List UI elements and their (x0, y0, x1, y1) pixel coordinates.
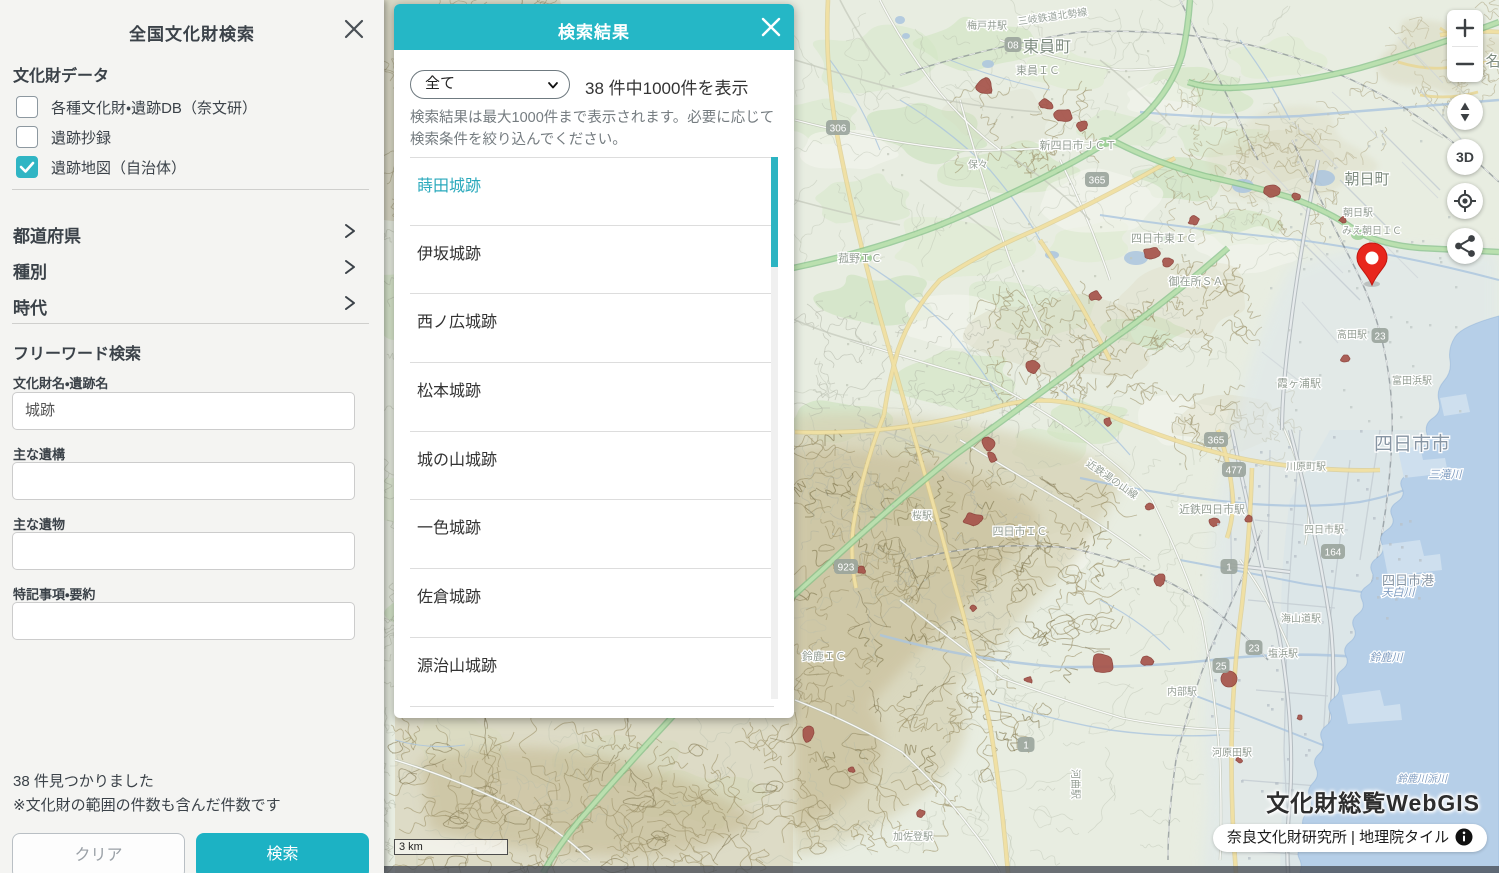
svg-text:25: 25 (1215, 662, 1227, 673)
svg-text:四日市ＩＣ: 四日市ＩＣ (993, 525, 1048, 538)
svg-text:川原町駅: 川原町駅 (1286, 461, 1326, 473)
svg-text:みえ朝日ＩＣ: みえ朝日ＩＣ (1342, 225, 1402, 237)
svg-text:高田駅: 高田駅 (1337, 328, 1367, 341)
svg-text:朝日駅: 朝日駅 (1343, 207, 1373, 219)
svg-text:477: 477 (1226, 466, 1243, 477)
svg-text:鈴鹿川: 鈴鹿川 (1370, 651, 1404, 664)
svg-text:御在所ＳＡ: 御在所ＳＡ (1169, 274, 1224, 288)
svg-text:3D: 3D (1456, 149, 1474, 165)
svg-text:保々: 保々 (968, 158, 988, 171)
svg-text:306: 306 (830, 124, 847, 135)
svg-text:近鉄四日市駅: 近鉄四日市駅 (1179, 502, 1245, 516)
svg-text:塩浜駅: 塩浜駅 (1268, 647, 1298, 660)
svg-text:23: 23 (1248, 644, 1260, 655)
svg-text:四日市東ＩＣ: 四日市東ＩＣ (1131, 232, 1197, 245)
svg-text:河曲駅: 河曲駅 (1069, 769, 1081, 799)
svg-text:23: 23 (1374, 332, 1386, 343)
svg-text:東員町: 東員町 (1023, 38, 1071, 56)
svg-text:朝日町: 朝日町 (1344, 171, 1389, 188)
svg-text:霞ヶ浦駅: 霞ヶ浦駅 (1277, 377, 1321, 390)
svg-text:河原田駅: 河原田駅 (1212, 747, 1252, 759)
svg-text:四日市港: 四日市港 (1382, 573, 1434, 588)
svg-text:四日市市: 四日市市 (1374, 433, 1450, 455)
svg-text:164: 164 (1325, 548, 1342, 559)
svg-text:内部駅: 内部駅 (1167, 685, 1197, 698)
svg-text:名: 名 (1485, 53, 1499, 70)
svg-text:1: 1 (1226, 563, 1232, 574)
svg-text:東員ＩＣ: 東員ＩＣ (1016, 64, 1060, 77)
svg-text:桜駅: 桜駅 (912, 509, 932, 522)
svg-text:四日市駅: 四日市駅 (1304, 523, 1344, 536)
svg-text:海山道駅: 海山道駅 (1281, 612, 1321, 625)
svg-text:三滝川: 三滝川 (1429, 468, 1463, 481)
svg-text:923: 923 (838, 563, 855, 574)
svg-text:365: 365 (1089, 176, 1106, 187)
svg-text:加佐登駅: 加佐登駅 (893, 830, 933, 843)
svg-text:365: 365 (1208, 436, 1225, 447)
svg-text:1: 1 (1023, 741, 1029, 752)
svg-text:天白川: 天白川 (1382, 586, 1416, 599)
svg-text:菰野ＩＣ: 菰野ＩＣ (838, 252, 882, 265)
svg-text:富田浜駅: 富田浜駅 (1392, 374, 1432, 387)
svg-text:08: 08 (1007, 41, 1019, 52)
svg-text:梅戸井駅: 梅戸井駅 (967, 19, 1007, 32)
svg-text:鈴鹿ＩＣ: 鈴鹿ＩＣ (802, 649, 846, 663)
svg-text:新四日市ＪＣＴ: 新四日市ＪＣＴ (1040, 139, 1117, 152)
